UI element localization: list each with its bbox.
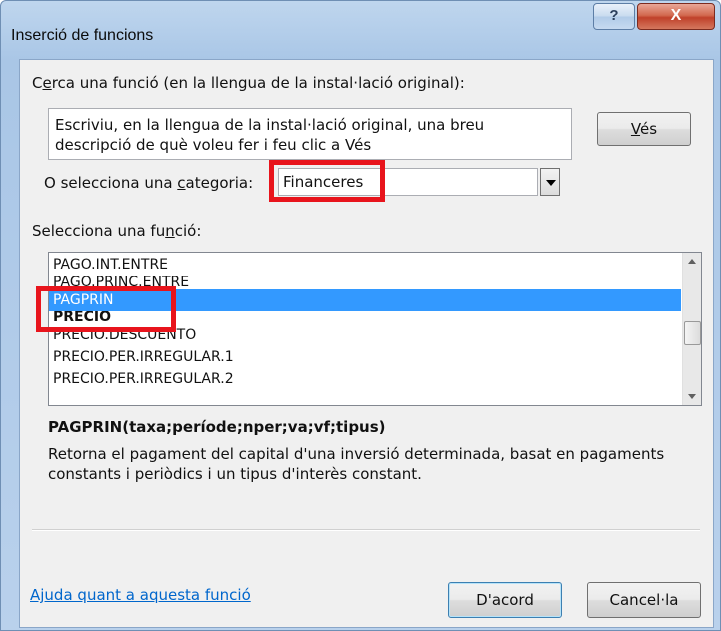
function-signature: PAGPRIN(taxa;període;nper;va;vf;tipus): [48, 418, 386, 436]
cancel-button[interactable]: Cancel·la: [587, 582, 701, 618]
list-item[interactable]: PRECIO.PER.IRREGULAR.1: [49, 346, 681, 368]
close-icon[interactable]: X: [637, 3, 715, 30]
search-label: Cerca una funció (en la llengua de la in…: [32, 74, 465, 92]
list-scrollbar[interactable]: [682, 253, 701, 405]
dialog-window: Inserció de funcions ? X Cerca una funci…: [0, 0, 721, 631]
list-item[interactable]: PAGO.INT.ENTRE: [49, 254, 681, 276]
go-button[interactable]: Vés: [597, 112, 691, 146]
window-title: Inserció de funcions: [11, 27, 154, 44]
category-label: O selecciona una categoria:: [44, 174, 254, 192]
search-input[interactable]: Escriviu, en la llengua de la instal·lac…: [48, 108, 572, 160]
separator: [32, 529, 700, 531]
list-item[interactable]: PRECIO.PER.IRREGULAR.2: [49, 368, 681, 390]
help-icon[interactable]: ?: [593, 3, 635, 30]
help-link[interactable]: Ajuda quant a aquesta funció: [30, 586, 251, 604]
search-input-text: Escriviu, en la llengua de la instal·lac…: [55, 116, 485, 154]
scroll-down-icon[interactable]: [683, 388, 701, 405]
ok-button[interactable]: D'acord: [448, 582, 562, 618]
chevron-down-icon[interactable]: [540, 168, 560, 196]
function-highlight-box: [36, 286, 176, 332]
scroll-up-icon[interactable]: [683, 253, 701, 270]
functions-label: Selecciona una funció:: [32, 222, 202, 240]
category-highlight-box: [269, 160, 385, 202]
scroll-thumb[interactable]: [684, 321, 701, 345]
function-description: Retorna el pagament del capital d'una in…: [48, 445, 665, 483]
dialog-body: Cerca una funció (en la llengua de la in…: [19, 59, 714, 628]
